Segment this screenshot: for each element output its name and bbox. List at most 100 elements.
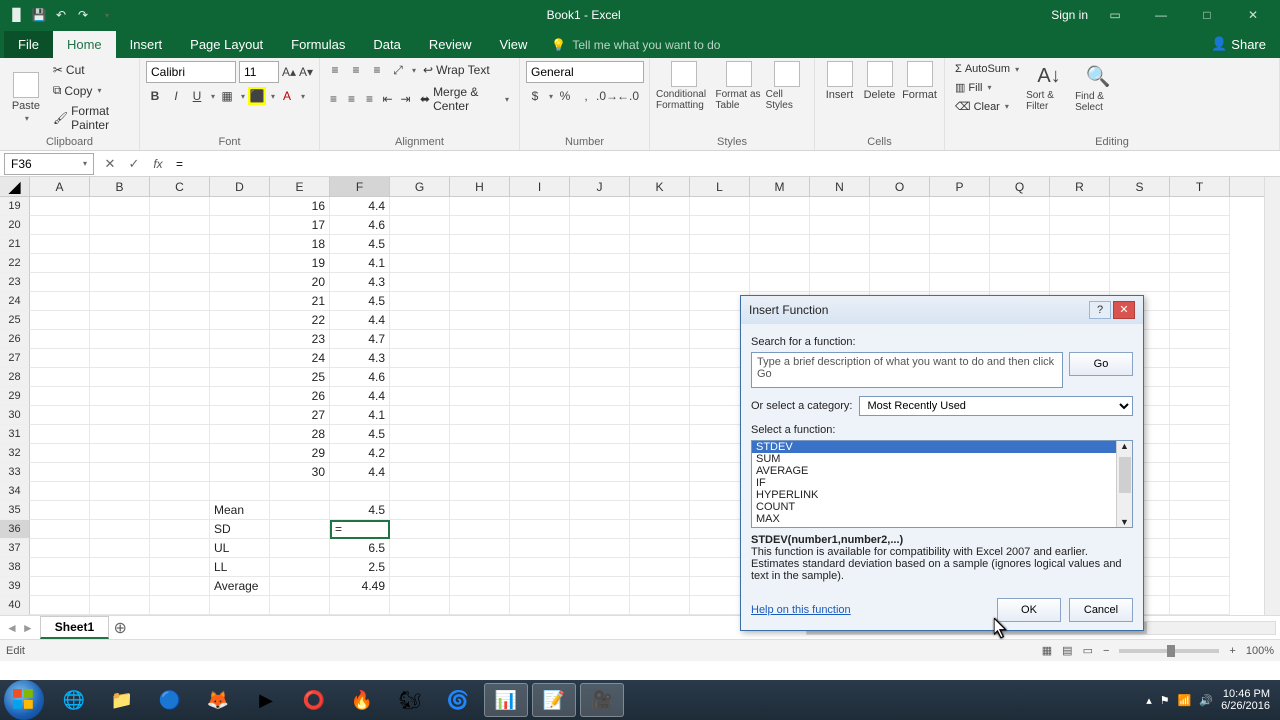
cell[interactable] — [390, 330, 450, 349]
cell[interactable] — [630, 482, 690, 501]
cell[interactable] — [1110, 235, 1170, 254]
cell[interactable] — [210, 368, 270, 387]
cell[interactable] — [90, 311, 150, 330]
cell[interactable] — [210, 596, 270, 615]
row-header[interactable]: 22 — [0, 254, 30, 273]
col-header-M[interactable]: M — [750, 177, 810, 196]
cell[interactable] — [630, 197, 690, 216]
row-header[interactable]: 30 — [0, 406, 30, 425]
cell[interactable] — [30, 444, 90, 463]
cell[interactable] — [90, 463, 150, 482]
cell[interactable] — [450, 577, 510, 596]
tab-file[interactable]: File — [4, 31, 53, 58]
col-header-T[interactable]: T — [1170, 177, 1230, 196]
cell[interactable] — [930, 197, 990, 216]
cell[interactable] — [510, 216, 570, 235]
cell[interactable] — [150, 482, 210, 501]
cell[interactable] — [390, 501, 450, 520]
zoom-slider[interactable] — [1119, 649, 1219, 653]
cell[interactable] — [390, 235, 450, 254]
cell[interactable] — [810, 273, 870, 292]
row-header[interactable]: 24 — [0, 292, 30, 311]
taskbar-ie-icon[interactable]: 🌐 — [52, 683, 96, 717]
cell[interactable] — [930, 235, 990, 254]
cell[interactable] — [390, 406, 450, 425]
insert-cells-button[interactable]: Insert — [821, 61, 858, 101]
row-header[interactable]: 25 — [0, 311, 30, 330]
cell[interactable] — [90, 273, 150, 292]
cell[interactable] — [390, 558, 450, 577]
align-center-icon[interactable]: ≡ — [344, 90, 359, 108]
cell[interactable] — [510, 235, 570, 254]
cell[interactable] — [510, 501, 570, 520]
cell[interactable] — [150, 330, 210, 349]
cell[interactable] — [390, 368, 450, 387]
tray-volume-icon[interactable]: 🔊 — [1199, 694, 1213, 707]
help-link[interactable]: Help on this function — [751, 604, 851, 616]
cell[interactable] — [450, 292, 510, 311]
cell[interactable] — [630, 368, 690, 387]
col-header-I[interactable]: I — [510, 177, 570, 196]
cell[interactable] — [510, 254, 570, 273]
cell[interactable] — [630, 254, 690, 273]
cell-styles-button[interactable]: Cell Styles — [766, 61, 808, 111]
cell[interactable] — [450, 197, 510, 216]
cell[interactable] — [210, 406, 270, 425]
col-header-E[interactable]: E — [270, 177, 330, 196]
cell[interactable] — [870, 216, 930, 235]
row-header[interactable]: 39 — [0, 577, 30, 596]
cell[interactable] — [150, 463, 210, 482]
cell[interactable] — [210, 273, 270, 292]
cell[interactable] — [510, 349, 570, 368]
cut-button[interactable]: ✂Cut — [49, 61, 133, 79]
cell[interactable] — [570, 387, 630, 406]
cell[interactable] — [1170, 349, 1230, 368]
tab-page-layout[interactable]: Page Layout — [176, 31, 277, 58]
row-header[interactable]: 19 — [0, 197, 30, 216]
cell[interactable] — [510, 463, 570, 482]
cell[interactable] — [150, 273, 210, 292]
cell[interactable] — [510, 197, 570, 216]
cell[interactable] — [270, 482, 330, 501]
cell[interactable] — [150, 292, 210, 311]
cell[interactable] — [30, 539, 90, 558]
cell[interactable] — [90, 330, 150, 349]
dialog-help-icon[interactable]: ? — [1089, 301, 1111, 319]
cell[interactable]: 4.1 — [330, 406, 390, 425]
taskbar-excel-icon[interactable]: 📊 — [484, 683, 528, 717]
formula-input[interactable] — [170, 155, 1280, 173]
cell[interactable] — [570, 235, 630, 254]
col-header-D[interactable]: D — [210, 177, 270, 196]
paste-button[interactable]: Paste▾ — [6, 72, 46, 123]
cell[interactable] — [450, 425, 510, 444]
cell[interactable] — [90, 596, 150, 615]
cell[interactable] — [210, 216, 270, 235]
col-header-R[interactable]: R — [1050, 177, 1110, 196]
cell[interactable] — [450, 482, 510, 501]
cell[interactable] — [390, 482, 450, 501]
sign-in-link[interactable]: Sign in — [1051, 8, 1088, 22]
borders-button[interactable]: ▦ — [218, 87, 236, 105]
cell[interactable] — [570, 501, 630, 520]
cell[interactable] — [390, 520, 450, 539]
align-top-icon[interactable]: ≡ — [326, 61, 344, 79]
col-header-S[interactable]: S — [1110, 177, 1170, 196]
cell[interactable] — [750, 273, 810, 292]
cell[interactable] — [1170, 520, 1230, 539]
cell[interactable]: 4.2 — [330, 444, 390, 463]
cell[interactable] — [30, 520, 90, 539]
cell[interactable]: 4.1 — [330, 254, 390, 273]
cell[interactable]: 30 — [270, 463, 330, 482]
sheet-nav-prev-icon[interactable]: ◄ — [6, 621, 18, 635]
cell[interactable] — [630, 520, 690, 539]
cell[interactable] — [570, 330, 630, 349]
zoom-out-icon[interactable]: − — [1103, 645, 1109, 657]
tab-home[interactable]: Home — [53, 31, 116, 58]
cell[interactable] — [270, 577, 330, 596]
cell[interactable]: 4.7 — [330, 330, 390, 349]
cell[interactable] — [30, 235, 90, 254]
cell[interactable] — [630, 273, 690, 292]
cell[interactable] — [570, 406, 630, 425]
comma-format-icon[interactable]: , — [577, 87, 595, 105]
cell[interactable] — [870, 273, 930, 292]
